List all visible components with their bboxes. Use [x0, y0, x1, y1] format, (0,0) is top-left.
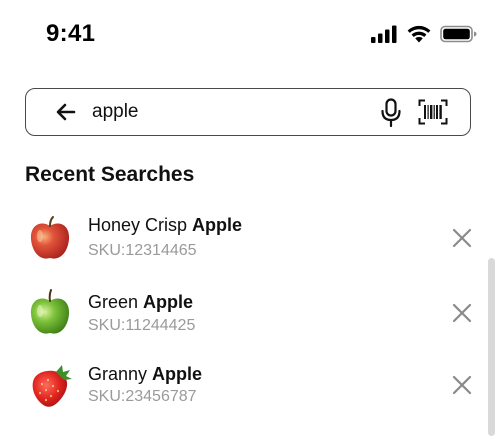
item-title-prefix: Honey Crisp	[88, 215, 193, 235]
search-bar	[25, 88, 471, 136]
item-title-highlight: Apple	[192, 215, 243, 235]
red-apple-image	[30, 216, 70, 259]
item-title: Honey Crisp Apple	[88, 215, 242, 236]
scrollbar[interactable]	[488, 258, 495, 436]
list-item[interactable]: Honey Crisp Apple SKU:12314465	[0, 206, 500, 278]
item-title: Granny Apple	[88, 364, 202, 385]
strawberry-image	[32, 365, 72, 407]
status-bar: 9:41	[0, 0, 500, 70]
item-title-prefix: Granny	[88, 364, 153, 384]
item-sku: SKU:11244425	[88, 317, 196, 334]
recent-searches-title: Recent Searches	[25, 163, 195, 186]
green-apple-image	[30, 289, 70, 334]
item-title-highlight: Apple	[143, 292, 194, 312]
status-icons	[370, 24, 478, 44]
microphone-icon[interactable]	[380, 98, 402, 128]
item-sku: SKU:12314465	[88, 242, 197, 259]
barcode-scan-icon[interactable]	[418, 99, 448, 125]
wifi-icon	[407, 25, 431, 43]
battery-icon	[440, 25, 477, 43]
item-sku: SKU:23456787	[88, 388, 197, 405]
item-title-prefix: Green	[88, 292, 144, 312]
close-icon[interactable]	[452, 303, 472, 323]
signal-icon	[371, 25, 397, 43]
back-arrow-icon[interactable]	[54, 100, 78, 124]
close-icon[interactable]	[452, 228, 472, 248]
item-title: Green Apple	[88, 292, 193, 313]
list-item[interactable]: Granny Apple SKU:23456787	[0, 355, 500, 427]
close-icon[interactable]	[452, 375, 472, 395]
list-item[interactable]: Green Apple SKU:11244425	[0, 281, 500, 353]
status-time: 9:41	[46, 20, 96, 47]
search-input[interactable]	[92, 97, 362, 127]
item-title-highlight: Apple	[152, 364, 203, 384]
